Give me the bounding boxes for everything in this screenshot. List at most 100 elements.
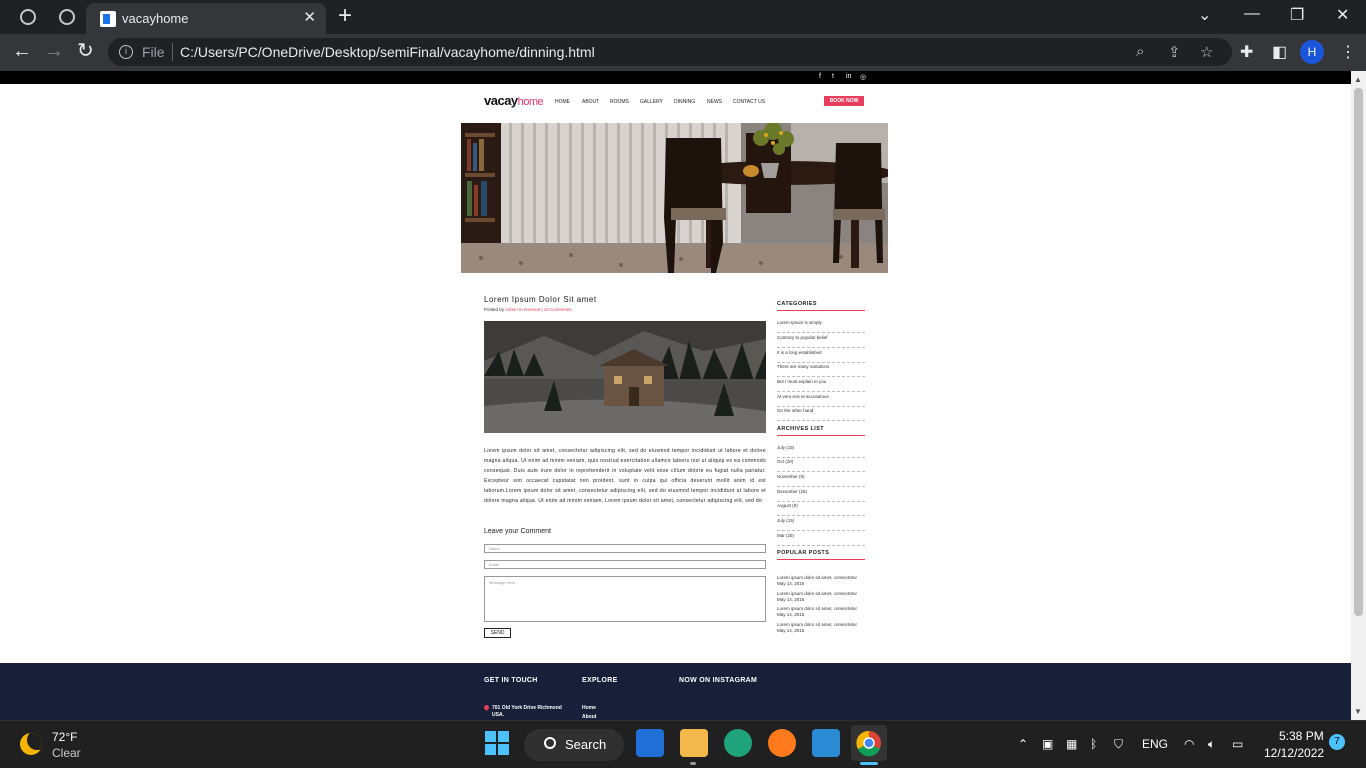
microsoft-store-icon[interactable] — [636, 729, 664, 757]
volume-icon[interactable]: 🔈︎ — [1208, 737, 1215, 752]
reload-button[interactable]: ↻ — [77, 40, 94, 62]
logo-accent: home — [517, 96, 544, 108]
file-explorer-icon[interactable] — [680, 729, 708, 757]
windows-start-icon[interactable] — [485, 731, 509, 755]
minimize-button[interactable]: — — [1244, 5, 1260, 23]
archive-link[interactable]: December (25) — [777, 489, 865, 502]
facebook-icon[interactable]: f — [819, 73, 821, 80]
archive-link[interactable]: July (15) — [777, 445, 865, 458]
address-bar[interactable]: i File C:/Users/PC/OneDrive/Desktop/semi… — [108, 38, 1232, 66]
chevron-up-icon[interactable]: ⌃ — [1018, 737, 1028, 751]
category-link[interactable]: On the other hand — [777, 408, 865, 421]
popular-post-date: May 14, 2016 — [777, 581, 805, 586]
linkedin-icon[interactable]: in — [846, 73, 851, 80]
scroll-down-icon[interactable]: ▼ — [1354, 707, 1362, 716]
security-icon[interactable]: ⛉ — [1114, 737, 1123, 752]
nav-home[interactable]: HOME — [555, 99, 570, 105]
bookmark-star-icon[interactable]: ☆ — [1200, 43, 1213, 61]
extensions-icon[interactable]: ✚ — [1240, 42, 1253, 62]
message-textarea[interactable]: Message Here... — [484, 576, 766, 622]
battery-icon[interactable]: ▭ — [1232, 737, 1243, 751]
chevron-down-icon[interactable]: ⌄ — [1198, 5, 1211, 25]
tray-app-icon[interactable]: ▣ — [1042, 737, 1053, 751]
weather-temperature[interactable]: 72°F — [52, 730, 77, 744]
divider — [172, 43, 173, 61]
popular-post[interactable]: Lorem ipsum dolor sit amet, consectetur … — [777, 622, 865, 634]
footer-link-home[interactable]: Home — [582, 705, 596, 711]
clock-time[interactable]: 5:38 PM — [1279, 729, 1324, 743]
globe-icon[interactable] — [20, 9, 36, 25]
category-link[interactable]: At vero eos et accusamus — [777, 394, 865, 407]
nav-dinning[interactable]: DINNING — [674, 99, 695, 105]
post-title[interactable]: Lorem Ipsum Dolor Sit amet — [484, 295, 768, 304]
side-panel-icon[interactable]: ◧ — [1272, 42, 1287, 62]
site-logo[interactable]: vacayhome — [484, 93, 544, 108]
name-field[interactable]: Name — [484, 544, 766, 553]
taskbar-search[interactable]: Search — [524, 729, 624, 761]
twitter-icon[interactable]: t — [832, 73, 834, 80]
firefox-icon[interactable] — [768, 729, 796, 757]
menu-kebab-icon[interactable]: ⋮ — [1340, 42, 1356, 62]
category-link[interactable]: There are many variations — [777, 364, 865, 377]
instagram-icon[interactable]: ◎ — [860, 73, 866, 81]
popular-post[interactable]: Lorem ipsum dolor sit amet, consectetur … — [777, 606, 865, 618]
back-button[interactable]: ← — [12, 40, 32, 62]
book-now-button[interactable]: BOOK NOW — [824, 96, 864, 106]
archive-link[interactable]: Oct (20) — [777, 459, 865, 472]
moon-icon[interactable] — [20, 733, 42, 755]
scrollbar-thumb[interactable] — [1354, 88, 1363, 616]
popular-post-date: May 14, 2016 — [777, 612, 805, 617]
search-icon — [544, 737, 556, 749]
nav-about[interactable]: ABOUT — [582, 99, 599, 105]
scroll-up-icon[interactable]: ▲ — [1354, 75, 1362, 84]
email-field[interactable]: Email — [484, 560, 766, 569]
nav-contact[interactable]: CONTACT US — [733, 99, 765, 105]
forward-button[interactable]: → — [44, 40, 64, 62]
post-category-link[interactable]: In General — [519, 307, 540, 312]
vscode-icon[interactable] — [812, 729, 840, 757]
category-link[interactable]: Contrary to popular belief — [777, 335, 865, 348]
nav-rooms[interactable]: ROOMS — [610, 99, 629, 105]
page-scrollbar[interactable]: ▲ ▼ — [1351, 71, 1366, 720]
popular-post-date: May 14, 2016 — [777, 628, 805, 633]
restore-button[interactable]: ❐ — [1290, 5, 1304, 25]
nav-gallery[interactable]: GALLERY — [640, 99, 663, 105]
share-icon[interactable]: ⇪ — [1168, 43, 1181, 61]
footer-address-line1: 701 Old York Drive Richmond — [492, 705, 562, 711]
profile-avatar[interactable]: H — [1300, 40, 1324, 64]
popular-post[interactable]: Lorem ipsum dolor sit amet, consectetur … — [777, 575, 865, 587]
edge-icon[interactable] — [724, 729, 752, 757]
browser-tab-active[interactable]: vacayhome ✕ — [86, 3, 326, 34]
post-comments-link[interactable]: | 10 Comments — [541, 307, 571, 312]
archive-link[interactable]: August (9) — [777, 503, 865, 516]
bluetooth-icon[interactable]: ᛒ — [1090, 737, 1097, 751]
zoom-icon[interactable]: ⌕ — [1136, 43, 1144, 60]
post-cabin-image — [484, 321, 766, 433]
clock-date[interactable]: 12/12/2022 — [1264, 746, 1324, 760]
category-link[interactable]: It is a long established — [777, 350, 865, 363]
window-close-button[interactable]: ✕ — [1336, 5, 1349, 25]
nav-news[interactable]: NEWS — [707, 99, 722, 105]
archive-link[interactable]: November (9) — [777, 474, 865, 487]
category-link[interactable]: But I must explain to you — [777, 379, 865, 392]
footer-explore: EXPLORE — [582, 677, 618, 684]
category-link[interactable]: Lorem Ipsum is simply — [777, 320, 865, 333]
chrome-taskbar-button[interactable] — [851, 725, 887, 761]
weather-condition[interactable]: Clear — [52, 746, 81, 760]
notification-badge[interactable]: 7 — [1329, 734, 1345, 750]
post-author-link[interactable]: Admin — [505, 307, 518, 312]
close-icon[interactable]: ✕ — [303, 8, 316, 26]
globe-icon[interactable] — [59, 9, 75, 25]
tray-app-icon[interactable]: ▦ — [1066, 737, 1077, 751]
input-language[interactable]: ENG — [1142, 737, 1168, 751]
new-tab-button[interactable]: + — [338, 3, 352, 29]
wifi-icon[interactable]: ◠ — [1184, 737, 1194, 751]
windows-taskbar: 72°F Clear Search ⌃ ▣ ▦ ᛒ ⛉ ENG ◠ 🔈︎ ▭ 5… — [0, 720, 1366, 768]
archive-link[interactable]: July (15) — [777, 518, 865, 531]
page-favicon-icon — [100, 11, 116, 27]
url-text[interactable]: C:/Users/PC/OneDrive/Desktop/semiFinal/v… — [180, 44, 595, 60]
info-icon[interactable]: i — [119, 45, 133, 59]
send-button[interactable]: SEND — [484, 628, 511, 638]
popular-post[interactable]: Lorem ipsum dolor sit amet, consectetur … — [777, 591, 865, 603]
archive-link[interactable]: Mar (25) — [777, 533, 865, 546]
